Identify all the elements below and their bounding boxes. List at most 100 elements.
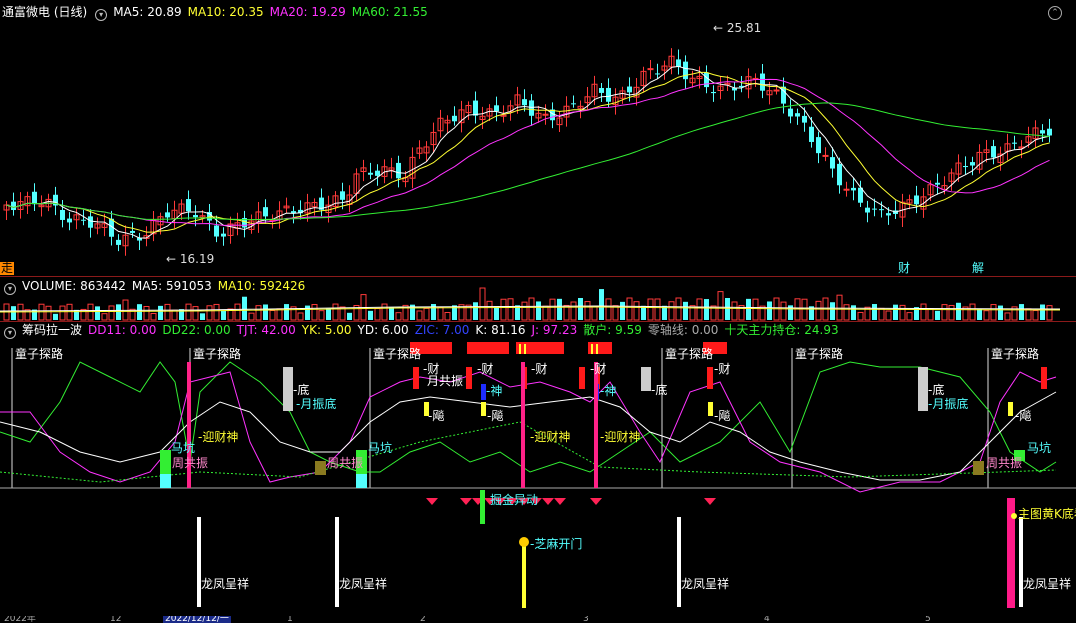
top-signal-block — [467, 342, 509, 354]
volume-bar — [746, 298, 751, 320]
date-label: 1 — [287, 616, 293, 623]
volume-bar — [731, 301, 738, 321]
candle-body — [914, 195, 919, 205]
volume-bar — [906, 312, 913, 321]
candle-body — [88, 216, 93, 228]
volume-bar — [633, 301, 640, 321]
date-label: 12 — [110, 616, 122, 623]
volume-bar — [717, 291, 724, 321]
candle-body — [802, 115, 807, 123]
volume-bar — [332, 303, 339, 321]
candle-body — [970, 162, 975, 166]
volume-bar — [318, 310, 325, 321]
volume-bar — [374, 308, 381, 321]
price-pane[interactable]: 通富微电 (日线) ▾ MA5: 20.89 MA10: 20.35 MA20: 19.… — [0, 0, 1076, 278]
volume-bar — [185, 303, 192, 321]
candle-body — [963, 166, 968, 168]
volume-bar — [605, 298, 612, 321]
volume-pane[interactable]: ▾ VOLUME: 863442 MA5: 591053 MA10: 592426 — [0, 277, 1076, 321]
grey-marker — [641, 367, 651, 391]
candle-body — [116, 239, 121, 245]
date-axis[interactable]: 2022年 12 2022/12/12/一 1 2 3 4 5 — [0, 616, 1076, 623]
candle-body — [340, 191, 345, 200]
volume-bar — [830, 302, 835, 320]
volume-bar — [956, 302, 961, 320]
top-signal-mark — [596, 344, 598, 354]
signal-label: -底 — [293, 383, 310, 397]
longfeng-label: 龙凤呈祥 — [1023, 577, 1072, 591]
tongzi-label: 童子探路 — [665, 347, 714, 361]
candle-body — [130, 230, 135, 233]
volume-bar — [200, 313, 205, 320]
volume-bar — [675, 297, 682, 321]
volume-bar — [101, 313, 108, 321]
red-marker — [707, 367, 713, 389]
volume-bar — [872, 304, 877, 320]
candle-body — [193, 215, 198, 218]
volume-bar — [542, 305, 549, 321]
longfeng-label: 龙凤呈祥 — [201, 577, 250, 591]
diamond-icon — [704, 498, 716, 505]
cyan-marker — [160, 474, 171, 488]
volume-bar — [150, 312, 157, 321]
candle-body — [571, 103, 576, 105]
volume-bar — [969, 303, 976, 321]
volume-bar — [570, 301, 577, 321]
volume-bar — [116, 304, 121, 320]
volume-bar — [137, 304, 142, 320]
signal-label: 月共振 — [427, 374, 464, 388]
volume-bar — [479, 287, 486, 321]
volume-bar — [494, 306, 499, 320]
signal-label: 马坑 — [368, 441, 393, 455]
jie-tag: 解 — [972, 261, 985, 275]
cai-tag: 财 — [898, 261, 911, 275]
volume-bar — [158, 305, 163, 320]
candle-body — [1040, 130, 1045, 134]
volume-bar — [612, 305, 619, 321]
volume-bar — [801, 298, 808, 321]
candle-body — [830, 157, 835, 169]
volume-bar — [326, 308, 331, 320]
candle-body — [872, 208, 877, 210]
volume-bar — [549, 298, 556, 321]
volume-bar — [767, 301, 772, 320]
volume-bar — [654, 298, 661, 321]
candle-body — [809, 126, 814, 142]
volume-bar — [668, 301, 675, 321]
signal-label: -迎财神 — [530, 430, 571, 444]
volume-bar — [941, 304, 948, 321]
volume-bar — [1040, 304, 1045, 320]
volume-bar — [1046, 305, 1053, 321]
green-marker — [160, 450, 171, 474]
signal-label: -神 — [600, 384, 617, 398]
green-vbar — [480, 490, 485, 524]
volume-bar — [192, 306, 199, 321]
volume-bar — [998, 305, 1003, 320]
yellow-marker — [481, 402, 486, 416]
signal-label: -财 — [531, 362, 548, 376]
volume-bar — [899, 304, 906, 321]
volume-bar — [696, 298, 703, 321]
volume-bar — [368, 310, 373, 320]
candle-body — [676, 59, 681, 67]
volume-bar — [213, 303, 220, 321]
candle-body — [522, 99, 527, 106]
candle-body — [683, 61, 688, 80]
grey-marker — [918, 367, 928, 411]
volume-bar — [878, 307, 885, 321]
volume-bar — [95, 306, 100, 320]
volume-bar — [507, 298, 514, 321]
volume-bar — [857, 311, 864, 321]
candle-body — [816, 137, 821, 154]
volume-bar — [578, 298, 583, 320]
candle-body — [473, 100, 478, 116]
signal-label: -财 — [590, 362, 607, 376]
volume-bar — [1025, 308, 1032, 321]
date-label: 2 — [420, 616, 426, 623]
top-signal-mark — [524, 344, 526, 354]
indicator-pane[interactable]: ▾ 筹码拉一波 DD11: 0.00 DD22: 0.00 TJT: 42.00 YK: … — [0, 322, 1076, 616]
top-signal-mark — [519, 344, 521, 354]
candle-body — [886, 213, 891, 216]
volume-bar — [927, 308, 934, 321]
signal-label: -财 — [477, 362, 494, 376]
